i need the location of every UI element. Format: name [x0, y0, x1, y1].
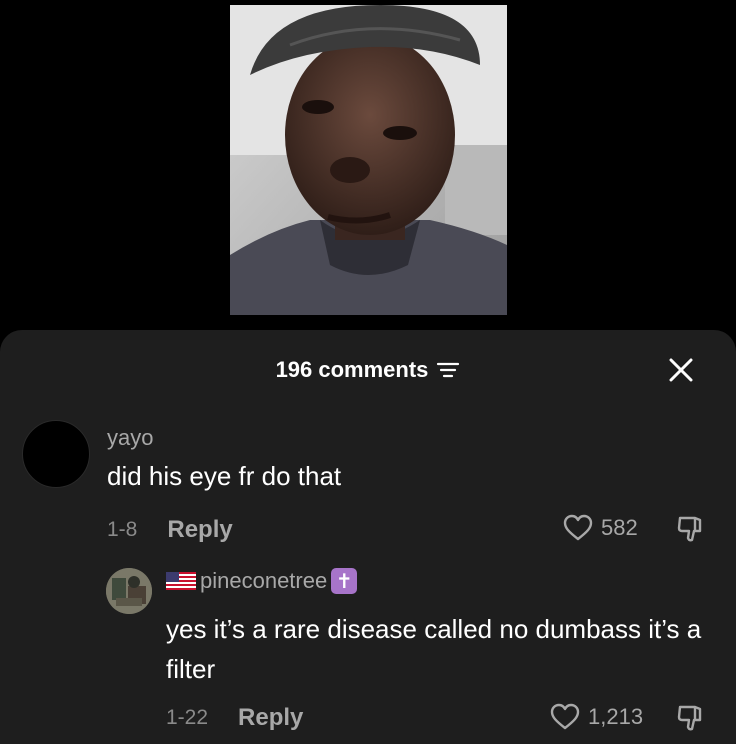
comment-text: did his eye fr do that	[107, 461, 342, 491]
comments-header: 196 comments	[0, 350, 736, 390]
comments-sheet: 196 comments yayo did his eye fr do that…	[0, 330, 736, 744]
comment-username: pineconetree	[200, 568, 328, 593]
us-flag-icon	[166, 572, 196, 590]
sort-comments-button[interactable]: 196 comments	[276, 350, 461, 390]
like-button[interactable]: 1,213	[550, 703, 643, 731]
avatar-image	[106, 568, 152, 614]
thumbs-down-icon[interactable]	[676, 703, 706, 733]
reply-button[interactable]: Reply	[238, 704, 303, 732]
like-count: 582	[601, 515, 638, 540]
tiktok-comments-screen: 196 comments yayo did his eye fr do that…	[0, 0, 736, 744]
heart-outline-icon	[550, 703, 580, 730]
video-frame-image	[230, 5, 507, 315]
comment-meta: 1-22 Reply	[166, 704, 303, 732]
heart-outline-icon	[563, 514, 593, 541]
comment-date: 1-22	[166, 706, 209, 729]
avatar[interactable]	[22, 420, 90, 488]
latin-cross-icon: ✝	[331, 568, 358, 594]
comment-username[interactable]: yayo	[107, 425, 153, 451]
comment-text: yes it’s a rare disease called no dumbas…	[166, 614, 702, 684]
like-count: 1,213	[588, 704, 644, 729]
close-icon[interactable]	[666, 355, 696, 385]
reply-button[interactable]: Reply	[167, 516, 232, 544]
like-button[interactable]: 582	[563, 514, 638, 542]
sort-filter-icon	[437, 362, 460, 378]
comment-date: 1-8	[107, 518, 138, 541]
comments-count-label: 196 comments	[275, 357, 429, 382]
comment-meta: 1-8 Reply	[107, 516, 233, 544]
thumbs-down-icon[interactable]	[676, 514, 706, 544]
comment-username-row[interactable]: pineconetree ✝	[166, 568, 358, 594]
avatar[interactable]	[106, 568, 152, 614]
video-frame[interactable]	[230, 5, 507, 315]
